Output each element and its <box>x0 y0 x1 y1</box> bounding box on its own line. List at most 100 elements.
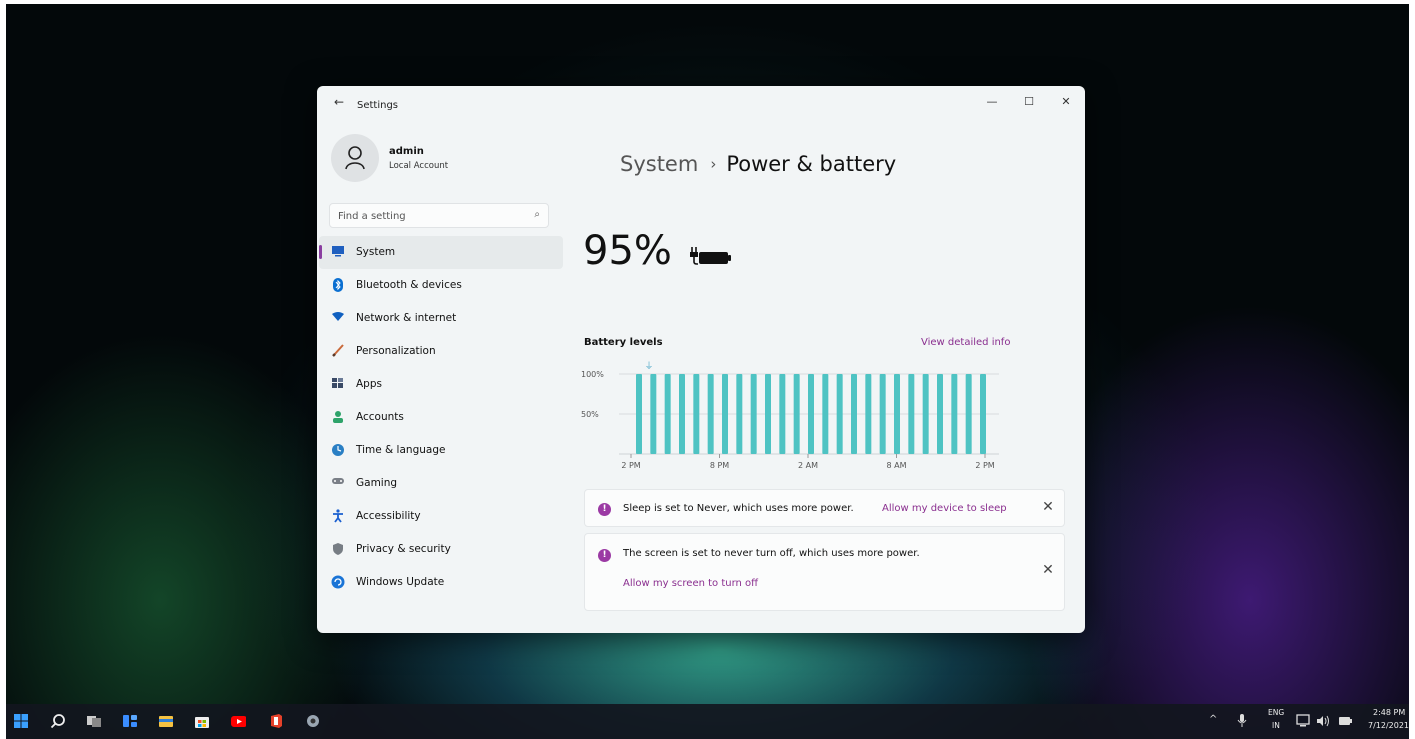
globe-clock-icon <box>331 443 345 457</box>
sidebar-item-accounts[interactable]: Accounts <box>319 401 563 434</box>
battery-bar <box>937 374 943 454</box>
network-icon[interactable] <box>1296 714 1312 730</box>
battery-bar <box>908 374 915 454</box>
sidebar-item-personalization[interactable]: Personalization <box>319 335 563 368</box>
sidebar-item-label: Network & internet <box>356 312 457 324</box>
sidebar-item-gaming[interactable]: Gaming <box>319 467 563 500</box>
info-icon: ! <box>598 503 611 516</box>
battery-bar <box>636 374 642 454</box>
task-view-icon[interactable] <box>86 713 102 729</box>
sidebar-item-windows-update[interactable]: Windows Update <box>319 566 563 599</box>
battery-bar <box>922 374 929 454</box>
youtube-icon[interactable] <box>230 713 246 729</box>
sidebar-item-label: Time & language <box>356 444 446 456</box>
close-button[interactable]: ✕ <box>1054 92 1078 112</box>
back-button[interactable]: ← <box>331 95 347 109</box>
battery-bar <box>693 374 700 454</box>
battery-bar <box>851 374 857 454</box>
sidebar-item-label: Gaming <box>356 477 398 489</box>
x-tick-label: 2 AM <box>798 461 818 470</box>
accessibility-icon <box>331 509 345 523</box>
battery-levels-chart: 100% 50% ⏚ 2 PM 8 PM 2 AM 8 AM 2 PM <box>579 356 1019 486</box>
person-icon <box>331 410 345 424</box>
battery-bar <box>951 374 958 454</box>
frame-border-top <box>0 0 1415 4</box>
volume-icon[interactable] <box>1316 714 1332 730</box>
plug-in-marker: ⏚ <box>644 361 653 372</box>
view-detailed-info-link[interactable]: View detailed info <box>921 337 1010 348</box>
apps-icon <box>331 377 345 391</box>
breadcrumb-parent[interactable]: System <box>620 152 698 176</box>
battery-bar <box>722 374 728 454</box>
start-icon[interactable] <box>13 713 29 729</box>
language-region[interactable]: IN <box>1272 721 1280 730</box>
widgets-icon[interactable] <box>122 713 138 729</box>
search-icon[interactable] <box>50 713 66 729</box>
search-input[interactable] <box>338 208 518 224</box>
microphone-icon[interactable] <box>1236 713 1252 729</box>
account-type: Local Account <box>389 161 449 171</box>
minimize-button[interactable]: — <box>980 92 1004 112</box>
battery-bar <box>779 374 786 454</box>
x-tick-label: 2 PM <box>621 461 640 470</box>
sidebar-item-label: Apps <box>356 378 382 390</box>
office-icon[interactable] <box>268 713 284 729</box>
battery-bar <box>836 374 843 454</box>
battery-bar <box>707 374 714 454</box>
sidebar-item-apps[interactable]: Apps <box>319 368 563 401</box>
y-tick-label: 50% <box>581 410 599 419</box>
sidebar-item-bluetooth[interactable]: Bluetooth & devices <box>319 269 563 302</box>
store-icon[interactable] <box>194 713 210 729</box>
user-name: admin <box>389 146 424 157</box>
breadcrumb-separator: › <box>710 155 717 173</box>
sidebar-item-time-language[interactable]: Time & language <box>319 434 563 467</box>
battery-tray-icon[interactable] <box>1338 714 1354 730</box>
shield-icon <box>331 542 345 556</box>
battery-bar <box>793 374 800 454</box>
screen-notice: ! The screen is set to never turn off, w… <box>584 533 1065 611</box>
allow-sleep-link[interactable]: Allow my device to sleep <box>882 503 1007 514</box>
x-tick-label: 8 PM <box>710 461 729 470</box>
close-icon[interactable]: ✕ <box>1040 562 1056 578</box>
battery-charging-icon <box>690 247 731 265</box>
settings-window: ← Settings — ☐ ✕ admin Local Account ⌕ S… <box>317 86 1085 633</box>
clock-time[interactable]: 2:48 PM <box>1373 708 1405 717</box>
language-indicator[interactable]: ENG <box>1268 708 1284 717</box>
battery-bar <box>879 374 886 454</box>
clock-date[interactable]: 7/12/2021 <box>1368 721 1409 730</box>
sidebar-item-system[interactable]: System <box>319 236 563 269</box>
gamepad-icon <box>331 476 345 490</box>
sleep-notice: ! Sleep is set to Never, which uses more… <box>584 489 1065 527</box>
allow-screen-off-link[interactable]: Allow my screen to turn off <box>623 578 758 589</box>
show-hidden-icons-button[interactable]: ^ <box>1209 714 1217 725</box>
x-tick-label: 8 AM <box>886 461 906 470</box>
search-box[interactable]: ⌕ <box>329 203 549 228</box>
battery-bar <box>650 374 657 454</box>
breadcrumb: System › Power & battery <box>620 152 896 176</box>
sidebar-item-label: System <box>356 246 396 258</box>
battery-bar <box>822 374 829 454</box>
notice-text: Sleep is set to Never, which uses more p… <box>623 503 854 514</box>
person-icon <box>345 146 365 170</box>
avatar[interactable] <box>331 134 379 182</box>
sidebar-item-label: Accounts <box>356 411 404 423</box>
search-icon[interactable]: ⌕ <box>534 209 540 220</box>
sidebar-item-network[interactable]: Network & internet <box>319 302 563 335</box>
sidebar-item-privacy[interactable]: Privacy & security <box>319 533 563 566</box>
frame-border-right <box>1409 0 1415 739</box>
title-bar: ← Settings — ☐ ✕ <box>317 86 1085 126</box>
battery-bar <box>894 374 900 454</box>
battery-bar <box>980 374 986 454</box>
sidebar-item-accessibility[interactable]: Accessibility <box>319 500 563 533</box>
close-icon[interactable]: ✕ <box>1040 499 1056 515</box>
file-explorer-icon[interactable] <box>158 713 174 729</box>
sidebar-item-label: Personalization <box>356 345 436 357</box>
maximize-button[interactable]: ☐ <box>1017 92 1041 112</box>
wifi-icon <box>331 311 345 325</box>
notice-text: The screen is set to never turn off, whi… <box>623 548 920 559</box>
y-tick-label: 100% <box>581 370 604 379</box>
settings-icon[interactable] <box>304 713 320 729</box>
battery-chart-svg: 100% 50% ⏚ 2 PM 8 PM 2 AM 8 AM 2 PM <box>581 361 999 470</box>
sidebar-item-label: Accessibility <box>356 510 421 522</box>
battery-bar <box>808 374 814 454</box>
